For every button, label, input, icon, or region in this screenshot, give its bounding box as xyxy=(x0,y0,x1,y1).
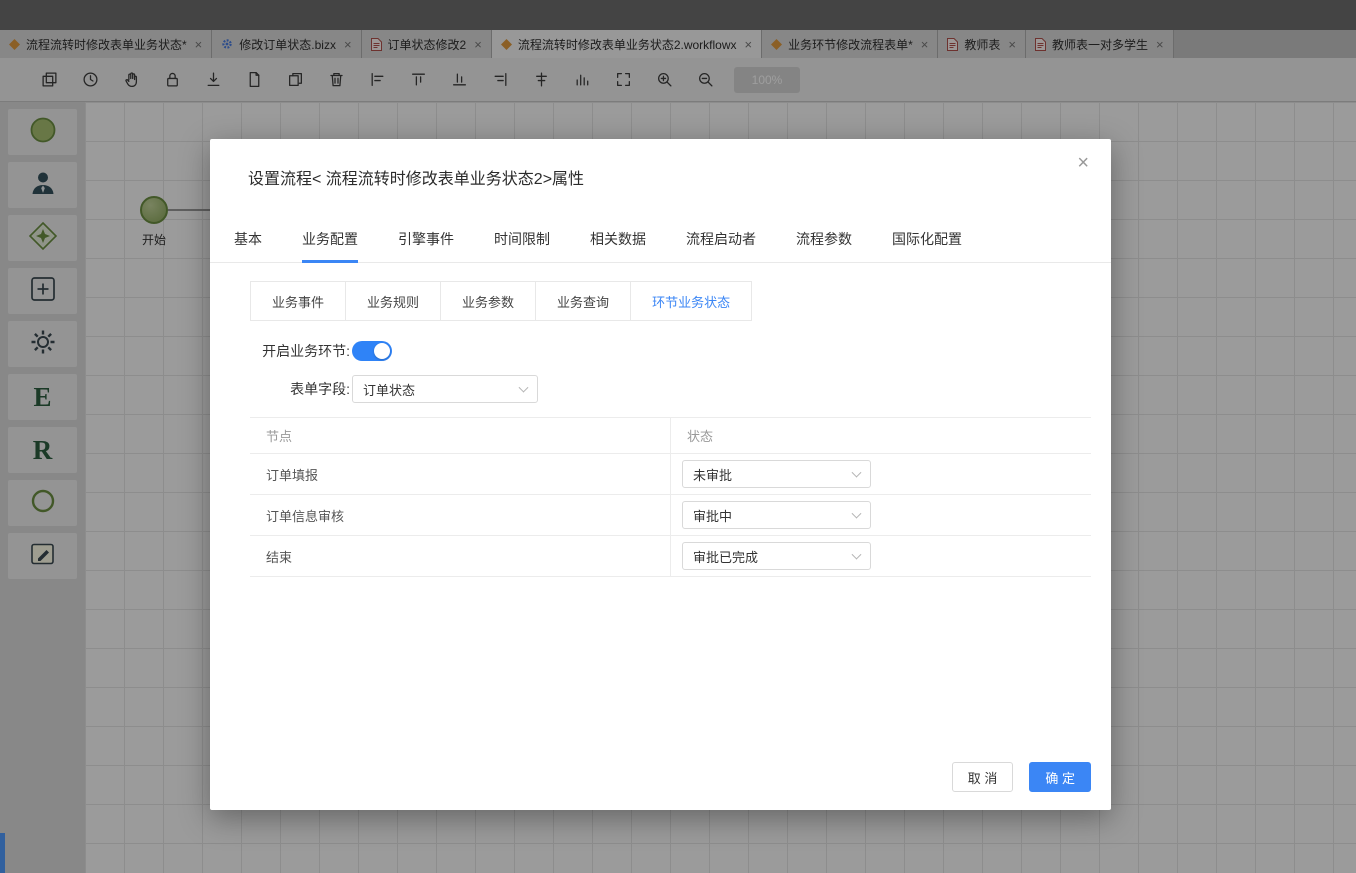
confirm-button[interactable]: 确 定 xyxy=(1029,762,1091,792)
status-select[interactable]: 未审批 xyxy=(682,460,871,488)
dialog-tab[interactable]: 时间限制 xyxy=(494,229,550,262)
cancel-button[interactable]: 取 消 xyxy=(952,762,1014,792)
dialog-subtab[interactable]: 环节业务状态 xyxy=(630,281,752,321)
table-header-row: 节点 状态 xyxy=(250,418,1091,454)
status-value: 未审批 xyxy=(693,465,732,484)
dialog-tab[interactable]: 国际化配置 xyxy=(892,229,962,262)
dialog-title: 设置流程< 流程流转时修改表单业务状态2>属性 xyxy=(210,139,1111,189)
form-field-select[interactable]: 订单状态 xyxy=(352,375,538,403)
status-select[interactable]: 审批中 xyxy=(682,501,871,529)
status-select[interactable]: 审批已完成 xyxy=(682,542,871,570)
table-row: 订单填报 未审批 xyxy=(250,454,1091,495)
dialog-tab[interactable]: 流程启动者 xyxy=(686,229,756,262)
node-cell: 订单信息审核 xyxy=(250,495,670,535)
toggle-row: 开启业务环节: xyxy=(250,341,1071,361)
dialog-tab[interactable]: 基本 xyxy=(234,229,262,262)
dialog-subtabs: 业务事件业务规则业务参数业务查询环节业务状态 xyxy=(250,281,1091,321)
field-row: 表单字段: 订单状态 xyxy=(250,375,1071,403)
dialog-tab[interactable]: 引擎事件 xyxy=(398,229,454,262)
column-header-node: 节点 xyxy=(250,418,670,453)
dialog-subtab[interactable]: 业务查询 xyxy=(535,281,631,321)
table-row: 结束 审批已完成 xyxy=(250,536,1091,577)
chevron-down-icon xyxy=(852,509,862,519)
status-value: 审批中 xyxy=(693,506,732,525)
status-cell: 审批中 xyxy=(670,495,1091,535)
status-value: 审批已完成 xyxy=(693,547,758,566)
dialog-subtab[interactable]: 业务事件 xyxy=(250,281,346,321)
dialog-tabs: 基本 业务配置 引擎事件 时间限制 相关数据 流程启动者 流程参数 国际化配置 xyxy=(210,229,1111,263)
form-field-value: 订单状态 xyxy=(363,380,415,399)
node-cell: 结束 xyxy=(250,536,670,576)
toggle-label: 开启业务环节: xyxy=(250,341,350,361)
dialog-subtab[interactable]: 业务规则 xyxy=(345,281,441,321)
node-status-table: 节点 状态 订单填报 未审批 订单信息审核 审批中 结束 审批已完成 xyxy=(250,417,1091,577)
dialog-tab[interactable]: 相关数据 xyxy=(590,229,646,262)
chevron-down-icon xyxy=(852,550,862,560)
status-cell: 未审批 xyxy=(670,454,1091,494)
node-cell: 订单填报 xyxy=(250,454,670,494)
column-header-status: 状态 xyxy=(670,418,1091,453)
chevron-down-icon xyxy=(852,468,862,478)
field-label: 表单字段: xyxy=(250,379,350,399)
business-status-form: 开启业务环节: 表单字段: 订单状态 xyxy=(210,321,1111,403)
chevron-down-icon xyxy=(519,383,529,393)
status-cell: 审批已完成 xyxy=(670,536,1091,576)
close-icon[interactable]: × xyxy=(1077,153,1089,173)
table-row: 订单信息审核 审批中 xyxy=(250,495,1091,536)
business-stage-toggle[interactable] xyxy=(352,341,392,361)
dialog-tab[interactable]: 业务配置 xyxy=(302,229,358,262)
dialog-subtab[interactable]: 业务参数 xyxy=(440,281,536,321)
process-properties-dialog: 设置流程< 流程流转时修改表单业务状态2>属性 × 基本 业务配置 引擎事件 时间限制… xyxy=(210,139,1111,810)
dialog-tab[interactable]: 流程参数 xyxy=(796,229,852,262)
table-body: 订单填报 未审批 订单信息审核 审批中 结束 审批已完成 xyxy=(250,454,1091,577)
dialog-footer: 取 消 确 定 xyxy=(952,762,1091,792)
